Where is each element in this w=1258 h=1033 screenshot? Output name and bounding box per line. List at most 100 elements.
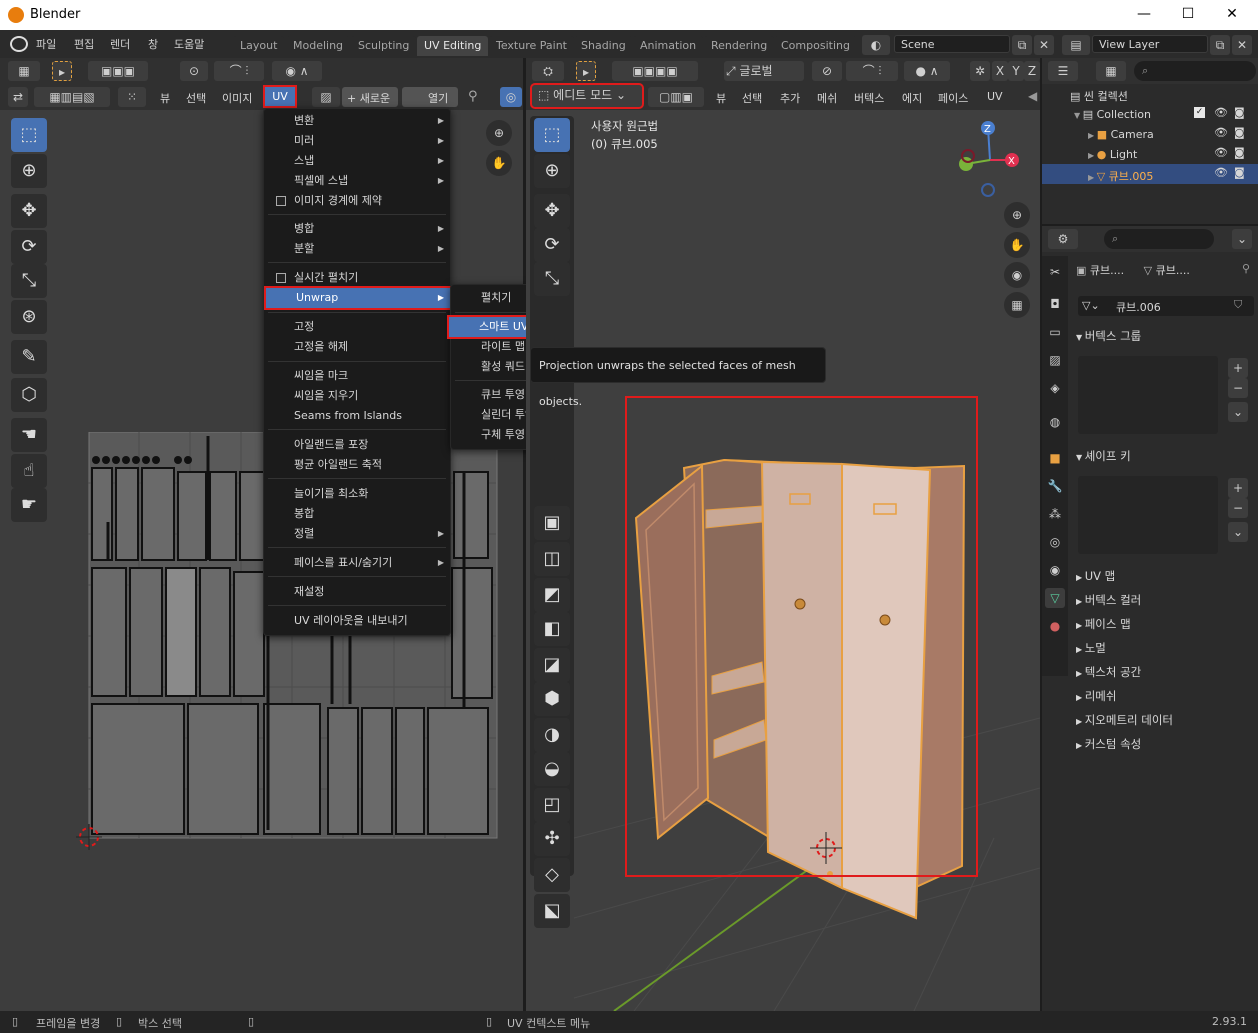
mesh-data-tab-icon[interactable]: ▽ — [1045, 588, 1065, 608]
modifier-tab-icon[interactable]: 🔧 — [1045, 476, 1065, 496]
add-vertex-group-button[interactable]: + — [1228, 358, 1248, 378]
select-tool-icon[interactable]: ▸ — [52, 61, 72, 81]
viewport-menu-vertex[interactable]: 버텍스 — [854, 90, 884, 106]
orientation-dropdown[interactable]: ⤢ 글로벌 — [724, 61, 804, 81]
collection-row[interactable]: ▼ ▤ Collection ✓ 👁 ◙ — [1042, 104, 1258, 124]
panel-vertex-groups-header[interactable]: ▼ 버텍스 그룹 — [1076, 328, 1256, 344]
tab-uv-editing[interactable]: UV Editing — [417, 36, 489, 56]
menu-item-unwrap[interactable]: Unwrap ▶ — [264, 286, 452, 310]
image-browse-icon[interactable]: ▨ — [312, 87, 340, 107]
rotate-tool-icon[interactable]: ⟳ — [11, 230, 47, 264]
visibility-eye-icon[interactable]: 👁 — [1214, 146, 1228, 159]
mirror-options-icon[interactable]: ✲ — [970, 61, 990, 81]
tab-modeling[interactable]: Modeling — [286, 36, 351, 56]
viewport-pivot-icon[interactable]: ⊘ — [812, 61, 842, 81]
viewport-menu-edge[interactable]: 에지 — [902, 90, 922, 106]
new-image-button[interactable]: + 새로운 — [342, 87, 398, 107]
expand-arrow-icon[interactable]: ▶ — [1088, 131, 1097, 140]
viewport-pan-icon[interactable]: ✋ — [1004, 232, 1030, 258]
menu-item-export-uv-layout[interactable]: UV 레이아웃을 내보내기 — [264, 611, 450, 631]
mesh-datablock-field[interactable]: ▽⌄ 큐브.006 ⛉ — [1078, 296, 1254, 316]
menu-item-mirror[interactable]: 미러 ▶ — [264, 131, 450, 151]
checkbox[interactable] — [276, 273, 286, 283]
vertex-group-specials-button[interactable]: ⌄ — [1228, 402, 1248, 422]
menu-item-align[interactable]: 정렬 ▶ — [264, 524, 450, 544]
vp-scale-tool-icon[interactable]: ⤡ — [534, 262, 570, 296]
menu-item-unpin[interactable]: 고정을 해제 — [264, 337, 450, 357]
object-tab-icon[interactable]: ■ — [1045, 448, 1065, 468]
remove-shape-key-button[interactable]: − — [1228, 498, 1248, 518]
view-layer-browse-icon[interactable]: ▤ — [1062, 35, 1090, 55]
viewport-proportional-icon[interactable]: ● ∧ — [904, 61, 950, 81]
viewport-editor-type-icon[interactable]: ⛭ — [532, 61, 564, 81]
panel-normals[interactable]: ▶ 노멀 — [1076, 640, 1256, 656]
outliner-row-camera[interactable]: ▶ ■ Camera 👁 ◙ — [1042, 124, 1258, 144]
view-layer-tab-icon[interactable]: ▨ — [1045, 350, 1065, 370]
vp-move-tool-icon[interactable]: ✥ — [534, 194, 570, 228]
viewport-menu-mesh[interactable]: 메쉬 — [817, 90, 837, 106]
move-tool-icon[interactable]: ✥ — [11, 194, 47, 228]
viewport-menu-add[interactable]: 추가 — [780, 90, 800, 106]
maximize-button[interactable]: ☐ — [1178, 6, 1198, 24]
snap-icon[interactable]: ⌒ ⫶ — [214, 61, 264, 81]
menu-item-pin[interactable]: 고정 — [264, 317, 450, 337]
shear-tool-icon[interactable]: ◇ — [534, 858, 570, 892]
properties-options-icon[interactable]: ⌄ — [1232, 229, 1252, 249]
uv-select-mode-icons[interactable]: ▦▥▤▧ — [34, 87, 110, 107]
gizmo-toggle-icon[interactable]: ◎ — [500, 87, 522, 107]
proportional-edit-icon[interactable]: ◉ ∧ — [272, 61, 322, 81]
properties-search-input[interactable]: ⌕ — [1104, 229, 1214, 249]
outliner-row-light[interactable]: ▶ ● Light 👁 ◙ — [1042, 144, 1258, 164]
render-camera-icon[interactable]: ◙ — [1234, 126, 1245, 139]
vp-cursor-tool-icon[interactable]: ⊕ — [534, 154, 570, 188]
panel-vertex-colors[interactable]: ▶ 버텍스 컬러 — [1076, 592, 1256, 608]
pin-icon[interactable]: ⚲ — [468, 89, 478, 104]
fake-user-icon[interactable]: ⛉ — [1234, 298, 1242, 312]
pin-icon[interactable]: ⚲ — [1242, 262, 1250, 275]
scale-tool-icon[interactable]: ⤡ — [11, 264, 47, 298]
menu-item-transform[interactable]: 변환 ▶ — [264, 111, 450, 131]
menu-window[interactable]: 창 — [148, 36, 158, 52]
close-button[interactable]: ✕ — [1222, 6, 1242, 24]
material-tab-icon[interactable]: ● — [1045, 616, 1065, 636]
viewport-menu-face[interactable]: 페이스 — [938, 90, 968, 106]
blender-menu-icon[interactable] — [10, 36, 28, 52]
panel-remesh[interactable]: ▶ 리메쉬 — [1076, 688, 1256, 704]
menu-item-stitch[interactable]: 봉합 — [264, 504, 450, 524]
new-view-layer-icon[interactable]: ⧉ — [1210, 35, 1230, 55]
vp-rotate-tool-icon[interactable]: ⟳ — [534, 228, 570, 262]
outliner-row-cube-005[interactable]: ▶ ▽ 큐브.005 👁 ◙ — [1042, 164, 1258, 184]
menu-item-split[interactable]: 분할 ▶ — [264, 239, 450, 259]
annotate-tool-icon[interactable]: ✎ — [11, 340, 47, 374]
transform-tool-icon[interactable]: ⊛ — [11, 300, 47, 334]
visibility-eye-icon[interactable]: 👁 — [1214, 126, 1228, 139]
viewport-select-tool-icon[interactable]: ▸ — [576, 61, 596, 81]
open-image-button[interactable]: 열기 — [402, 87, 458, 107]
outliner-search-input[interactable]: ⌕ — [1134, 61, 1256, 81]
axis-x-toggle[interactable]: X — [992, 61, 1008, 81]
navigation-gizmo[interactable]: Z X — [952, 120, 1028, 200]
ortho-toggle-icon[interactable]: ▦ — [1004, 292, 1030, 318]
shape-keys-list[interactable] — [1078, 476, 1218, 554]
properties-editor-type-icon[interactable]: ⚙ — [1048, 229, 1078, 249]
menu-item-pack-islands[interactable]: 아일랜드를 포장 — [264, 435, 450, 455]
panel-shape-keys-header[interactable]: ▼ 셰이프 키 — [1076, 448, 1256, 464]
menu-item-seams-from-islands[interactable]: Seams from Islands — [264, 406, 450, 426]
scene-browse-icon[interactable]: ◐ — [862, 35, 890, 55]
grab-tool-icon[interactable]: ⬡ — [11, 378, 47, 412]
menu-render[interactable]: 렌더 — [110, 36, 130, 52]
viewport-select-mode-icons[interactable]: ▣▣▣▣ — [612, 61, 698, 81]
editor-type-icon[interactable]: ▦ — [8, 61, 40, 81]
uv-menu-uv[interactable]: UV — [263, 85, 297, 108]
add-shape-key-button[interactable]: + — [1228, 478, 1248, 498]
expand-arrow-icon[interactable]: ▶ — [1088, 151, 1097, 160]
menu-item-live-unwrap[interactable]: 실시간 펼치기 — [264, 268, 450, 288]
visibility-eye-icon[interactable]: 👁 — [1214, 166, 1228, 179]
pivot-icon[interactable]: ⊙ — [180, 61, 208, 81]
expand-arrow-icon[interactable]: ▶ — [1088, 173, 1097, 182]
panel-face-maps[interactable]: ▶ 페이스 맵 — [1076, 616, 1256, 632]
camera-view-icon[interactable]: ◉ — [1004, 262, 1030, 288]
viewport-snap-icon[interactable]: ⌒ ⫶ — [846, 61, 898, 81]
shrink-tool-icon[interactable]: ✣ — [534, 822, 570, 856]
pan-icon[interactable]: ✋ — [486, 150, 512, 176]
